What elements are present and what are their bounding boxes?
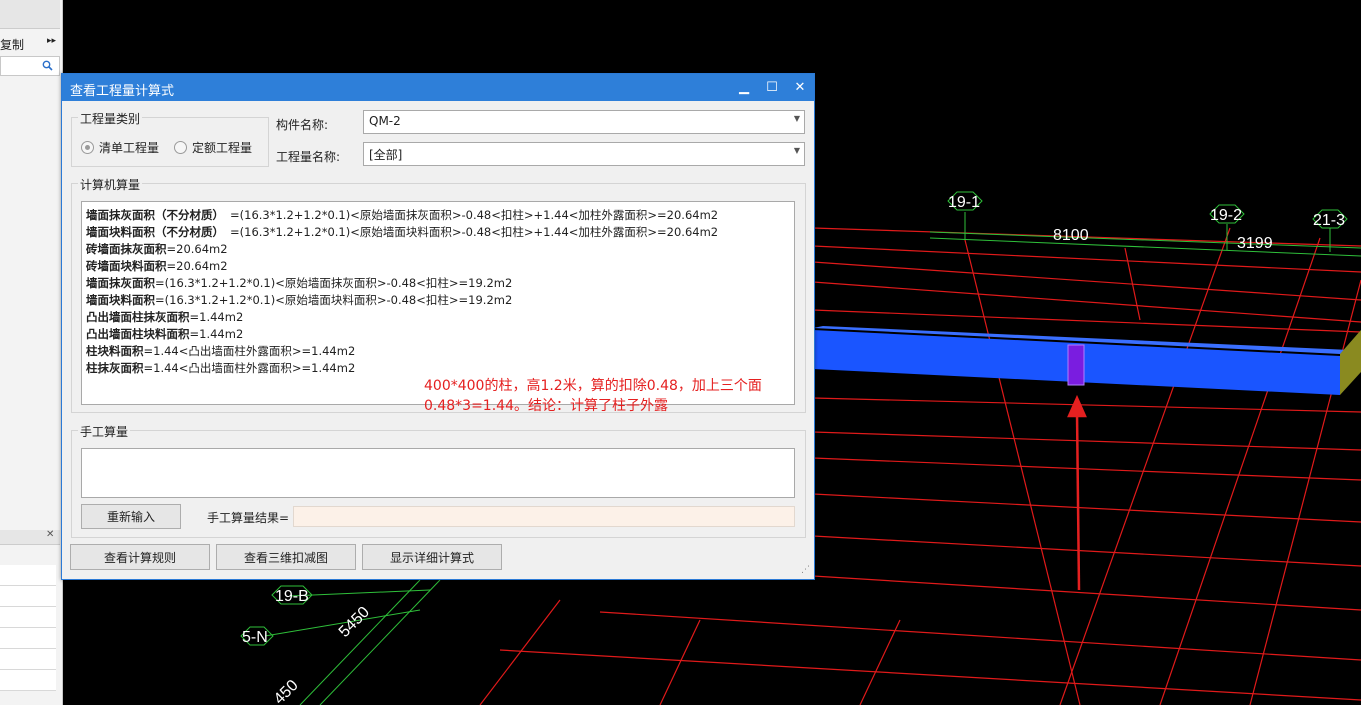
copy-row[interactable]: 复制 ▸▸	[0, 34, 60, 52]
left-lower-panel-header: ✕	[0, 529, 60, 545]
double-chevron-right-icon[interactable]: ▸▸	[47, 36, 56, 46]
calc-line: 墙面抹灰面积（不分材质） =(16.3*1.2+1.2*0.1)<原始墙面抹灰面积…	[86, 208, 719, 222]
list-item[interactable]	[0, 670, 56, 691]
minimize-button[interactable]: ▁	[730, 74, 758, 101]
show-detail-formula-button[interactable]: 显示详细计算式	[362, 544, 502, 570]
resize-grip-icon[interactable]: ⋰	[801, 565, 810, 575]
calc-line: 凸出墙面柱块料面积=1.44m2	[86, 327, 244, 341]
component-name-label: 构件名称:	[276, 118, 329, 132]
copy-label: 复制	[0, 38, 25, 52]
axis-label-19-2: 19-2	[1210, 207, 1242, 224]
list-item[interactable]	[0, 586, 56, 607]
annotation-line: 400*400的柱，高1.2米，算的扣除0.48，加上三个面	[424, 378, 762, 394]
calc-line: 砖墙面块料面积=20.64m2	[86, 259, 228, 273]
manual-calc-input[interactable]	[81, 448, 795, 498]
left-panel: 复制 ▸▸ ✕	[0, 0, 63, 705]
list-item[interactable]	[0, 607, 56, 628]
dimension-label: 450	[271, 677, 302, 705]
axis-label-5-N: 5-N	[242, 629, 268, 646]
calc-line: 柱块料面积=1.44<凸出墙面柱外露面积>=1.44m2	[86, 344, 356, 358]
calc-line: 砖墙面抹灰面积=20.64m2	[86, 242, 228, 256]
computer-calc-textbox[interactable]: 墙面抹灰面积（不分材质） =(16.3*1.2+1.2*0.1)<原始墙面抹灰面积…	[81, 201, 795, 405]
calc-line: 墙面抹灰面积=(16.3*1.2+1.2*0.1)<原始墙面抹灰面积>-0.48…	[86, 276, 513, 290]
qty-type-group-label: 工程量类别	[78, 110, 143, 127]
list-item[interactable]	[0, 628, 56, 649]
dimension-label: 8100	[1053, 227, 1089, 244]
close-icon[interactable]: ✕	[46, 529, 54, 540]
axis-label-19-B: 19-B	[275, 588, 309, 605]
chevron-down-icon: ▼	[793, 146, 800, 155]
maximize-button[interactable]: ☐	[758, 74, 786, 101]
qty-name-value: [全部]	[369, 148, 403, 162]
reenter-button[interactable]: 重新输入	[81, 504, 181, 529]
chevron-down-icon: ▼	[793, 114, 800, 123]
axis-label-19-1: 19-1	[948, 194, 980, 211]
view-rules-button[interactable]: 查看计算规则	[70, 544, 210, 570]
view-3d-deduction-button[interactable]: 查看三维扣减图	[216, 544, 356, 570]
calc-line: 柱抹灰面积=1.44<凸出墙面柱外露面积>=1.44m2	[86, 361, 356, 375]
close-button[interactable]: ✕	[786, 74, 814, 101]
manual-result-field	[293, 506, 795, 527]
search-icon	[42, 60, 53, 71]
radio-quota-qty[interactable]	[174, 141, 187, 154]
radio-list-qty[interactable]	[81, 141, 94, 154]
manual-calc-group-label: 手工算量	[78, 423, 131, 440]
dimension-label: 3199	[1237, 235, 1273, 252]
manual-result-label: 手工算量结果=	[207, 511, 290, 525]
computer-calc-group-label: 计算机算量	[78, 176, 143, 193]
component-name-select[interactable]: QM-2 ▼	[363, 110, 805, 134]
column-3d[interactable]	[1067, 344, 1085, 386]
annotation-text: 400*400的柱，高1.2米，算的扣除0.48，加上三个面 0.48*3=1.…	[424, 376, 762, 416]
calc-line: 墙面块料面积=(16.3*1.2+1.2*0.1)<原始墙面块料面积>-0.48…	[86, 293, 513, 307]
radio-list-qty-label: 清单工程量	[99, 141, 160, 155]
dialog-titlebar[interactable]: 查看工程量计算式 ▁ ☐ ✕	[62, 74, 814, 101]
radio-quota-qty-label: 定额工程量	[192, 141, 253, 155]
list-item[interactable]	[0, 565, 56, 586]
left-search-input[interactable]	[0, 56, 60, 76]
qty-name-select[interactable]: [全部] ▼	[363, 142, 805, 166]
wall-end	[1340, 330, 1361, 395]
calc-line: 凸出墙面柱抹灰面积=1.44m2	[86, 310, 244, 324]
component-name-value: QM-2	[369, 114, 401, 128]
view-quantity-formula-dialog: 查看工程量计算式 ▁ ☐ ✕ 工程量类别 清单工程量 定额工程量 构件名称: Q…	[61, 73, 815, 580]
axis-label-21-3: 21-3	[1313, 212, 1345, 229]
dialog-title: 查看工程量计算式	[70, 84, 175, 99]
calc-line: 墙面块料面积（不分材质） =(16.3*1.2+1.2*0.1)<原始墙面块料面积…	[86, 225, 719, 239]
list-item[interactable]	[0, 649, 56, 670]
annotation-line: 0.48*3=1.44。结论：计算了柱子外露	[424, 398, 668, 414]
qty-name-label: 工程量名称:	[276, 150, 341, 164]
left-panel-header	[0, 0, 60, 29]
